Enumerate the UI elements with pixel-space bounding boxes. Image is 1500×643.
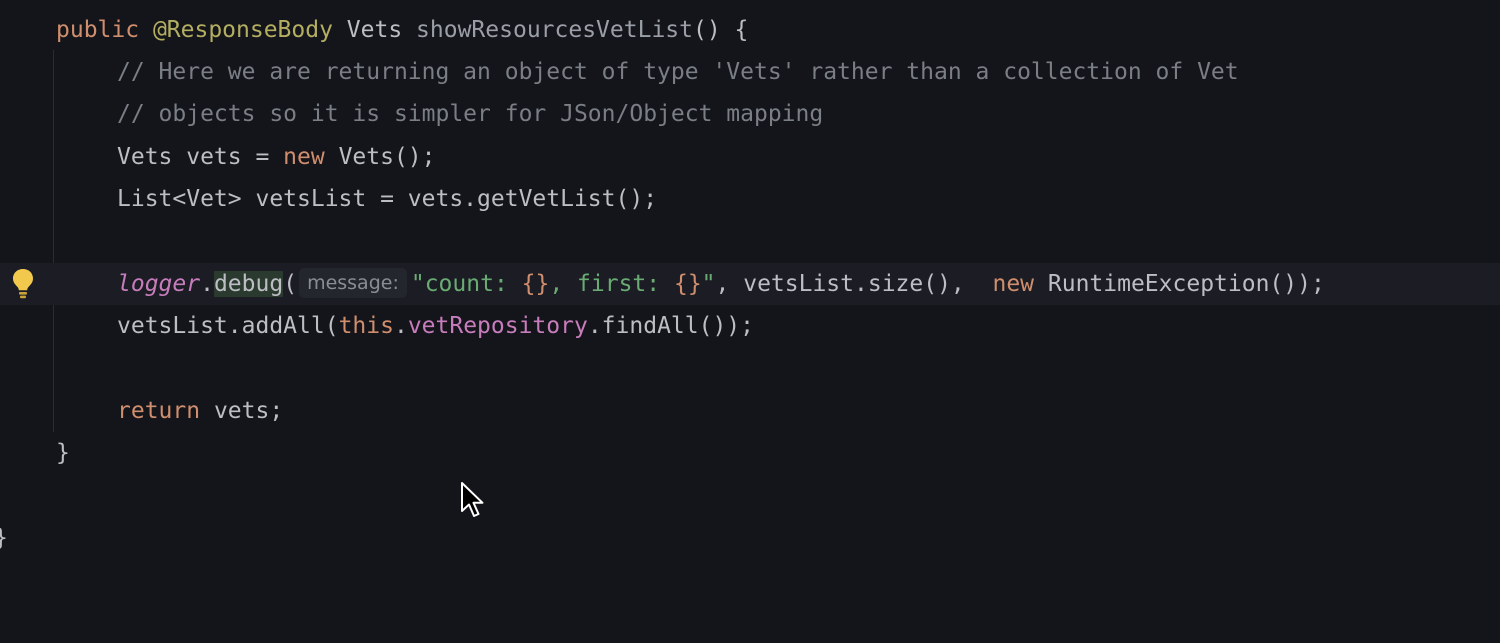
keyword-public: public <box>56 17 153 43</box>
placeholder-1: {} <box>521 271 550 297</box>
code-line-vetslist-declaration[interactable]: List<Vet> vetsList = vets.getVetList(); <box>0 178 1500 220</box>
lightbulb-icon[interactable] <box>10 267 36 301</box>
code-segment: .findAll()); <box>587 313 754 339</box>
keyword-return: return <box>117 398 201 424</box>
code-segment: . <box>200 271 214 297</box>
parameter-hint-message: message: <box>299 268 407 298</box>
code-segment: vets; <box>200 398 284 424</box>
string-literal: " <box>701 271 716 297</box>
method-name[interactable]: showResourcesVetList <box>416 17 693 43</box>
signature-tail: () { <box>693 17 749 43</box>
placeholder-2: {} <box>673 271 702 297</box>
debug-method-highlight[interactable]: debug <box>213 271 284 297</box>
code-line-addall[interactable]: vetsList.addAll(this.vetRepository.findA… <box>0 305 1500 347</box>
code-line-comment-2[interactable]: // objects so it is simpler for JSon/Obj… <box>0 93 1500 135</box>
code-line-method-signature[interactable]: public @ResponseBody Vets showResourcesV… <box>0 9 1500 51</box>
keyword-new: new <box>992 271 1035 297</box>
code-segment: vetsList.addAll( <box>117 313 339 339</box>
code-segment: , vetsList.size(), <box>715 271 993 297</box>
code-segment: Vets vets = <box>117 144 284 170</box>
closing-brace: } <box>0 517 8 559</box>
keyword-this: this <box>338 313 394 339</box>
annotation-responsebody: @ResponseBody <box>152 17 333 43</box>
closing-brace: } <box>56 440 70 466</box>
code-line-class-close[interactable]: } <box>0 517 1500 559</box>
comment-text: // objects so it is simpler for JSon/Obj… <box>117 101 824 127</box>
code-line-vets-declaration[interactable]: Vets vets = new Vets(); <box>0 136 1500 178</box>
comment-text: // Here we are returning an object of ty… <box>117 59 1239 85</box>
string-literal: , first: <box>549 271 674 297</box>
code-segment: Vets(); <box>324 144 436 170</box>
code-line-method-close[interactable]: } <box>0 432 1500 474</box>
return-type: Vets <box>332 17 417 43</box>
code-line-comment-1[interactable]: // Here we are returning an object of ty… <box>0 51 1500 93</box>
code-line-logger-debug[interactable]: logger.debug(message: "count: {}, first: … <box>0 263 1500 305</box>
code-editor[interactable]: public @ResponseBody Vets showResourcesV… <box>0 0 1500 600</box>
logger-field: logger <box>117 271 201 297</box>
code-segment: List<Vet> vetsList = vets.getVetList(); <box>117 186 658 212</box>
string-literal: "count: <box>410 271 522 297</box>
code-segment: ( <box>283 271 298 297</box>
code-segment: RuntimeException()); <box>1034 271 1325 297</box>
vetrepository-field: vetRepository <box>407 313 588 339</box>
mouse-cursor-icon <box>461 482 484 517</box>
code-line-return[interactable]: return vets; <box>0 390 1500 432</box>
keyword-new: new <box>283 144 325 170</box>
code-segment: . <box>393 313 408 339</box>
